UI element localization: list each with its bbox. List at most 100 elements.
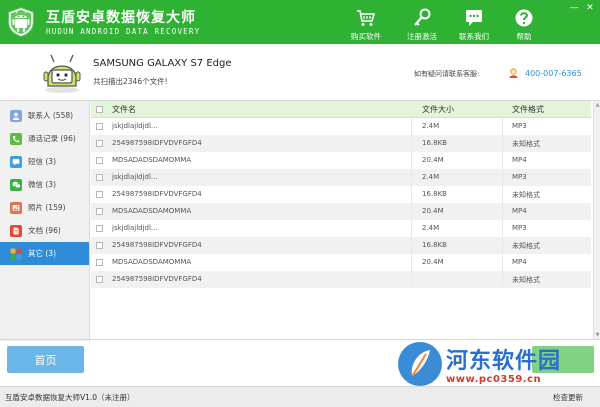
buy-software-label: 购买软件 xyxy=(351,32,381,41)
row-checkbox[interactable] xyxy=(96,123,103,130)
file-size: 16.8KB xyxy=(422,139,447,147)
file-name: 254987598IDFVDVFGFD4 xyxy=(112,139,202,147)
file-name: 254987598IDFVDVFGFD4 xyxy=(112,190,202,198)
android-shield-logo-icon xyxy=(8,7,34,37)
sidebar-item-call-log[interactable]: 通话记录 (96) xyxy=(0,127,89,150)
file-name: 254987598IDFVDVFGFD4 xyxy=(112,241,202,249)
document-icon xyxy=(10,224,22,237)
sidebar-item-other[interactable]: 其它 (3) xyxy=(0,242,89,265)
register-activate-label: 注册激活 xyxy=(407,32,437,41)
file-size: 2.4M xyxy=(422,122,440,130)
support-phone[interactable]: 400-007-6365 xyxy=(525,69,582,78)
buy-software-button[interactable]: 购买软件 xyxy=(344,8,388,42)
version-text: 互盾安卓数据恢复大师V1.0（未注册） xyxy=(5,393,135,402)
table-scrollbar[interactable]: ▲ ▼ xyxy=(593,101,600,339)
file-format: MP4 xyxy=(512,207,527,215)
support-label: 如有疑问请联系客服: xyxy=(414,70,480,78)
key-icon xyxy=(414,8,431,26)
customer-service-icon[interactable] xyxy=(508,67,519,78)
table-row[interactable]: 254987598IDFVDVFGFD4 16.8KB 未知格式 xyxy=(91,237,591,254)
table-row[interactable]: 254987598IDFVDVFGFD4 16.8KB 未知格式 xyxy=(91,186,591,203)
table-row[interactable]: 254987598IDFVDVFGFD4 未知格式 xyxy=(91,271,591,288)
file-size: 16.8KB xyxy=(422,190,447,198)
sidebar-item-sms[interactable]: 短信 (3) xyxy=(0,150,89,173)
column-header-name[interactable]: 文件名 xyxy=(112,104,136,115)
sidebar-item-label: 短信 (3) xyxy=(28,157,57,166)
contact-us-button[interactable]: 联系我们 xyxy=(452,8,496,42)
file-format: 未知格式 xyxy=(512,242,540,250)
file-size: 20.4M xyxy=(422,156,444,164)
row-checkbox[interactable] xyxy=(96,242,103,249)
app-title: 互盾安卓数据恢复大师 xyxy=(46,10,196,26)
photo-icon xyxy=(10,201,22,214)
file-size: 20.4M xyxy=(422,258,444,266)
device-name: SAMSUNG GALAXY S7 Edge xyxy=(93,58,232,69)
table-row[interactable]: jskjdlajldjdl... 2.4M MP3 xyxy=(91,169,591,186)
table-header: 文件名 文件大小 文件格式 xyxy=(91,101,591,118)
title-bar: 互盾安卓数据恢复大师 HUDUN ANDROID DATA RECOVERY —… xyxy=(0,0,600,44)
row-checkbox[interactable] xyxy=(96,140,103,147)
file-format: MP4 xyxy=(512,156,527,164)
close-button[interactable]: ✕ xyxy=(584,3,596,13)
sidebar-item-label: 微信 (3) xyxy=(28,180,57,189)
file-name: MDSADADSDAMOMMA xyxy=(112,207,192,215)
select-all-checkbox[interactable] xyxy=(96,106,103,113)
sidebar-item-label: 其它 (3) xyxy=(28,249,57,258)
table-row[interactable]: MDSADADSDAMOMMA 20.4M MP4 xyxy=(91,254,591,271)
sms-icon xyxy=(10,155,22,168)
scroll-down-arrow-icon[interactable]: ▼ xyxy=(594,331,600,339)
watermark-title: 河东软件园 xyxy=(446,348,562,374)
file-format: MP4 xyxy=(512,258,527,266)
scan-result-text: 共扫描出2346个文件! xyxy=(93,77,168,86)
table-row[interactable]: jskjdlajldjdl... 2.4M MP3 xyxy=(91,220,591,237)
row-checkbox[interactable] xyxy=(96,208,103,215)
sidebar-item-label: 通话记录 (96) xyxy=(28,134,76,143)
watermark: 河东软件园 www.pc0359.cn xyxy=(398,340,598,388)
column-header-format[interactable]: 文件格式 xyxy=(512,104,544,115)
phone-icon xyxy=(10,132,22,145)
help-button[interactable]: 帮助 xyxy=(502,8,546,42)
column-header-size[interactable]: 文件大小 xyxy=(422,104,454,115)
row-checkbox[interactable] xyxy=(96,276,103,283)
contact-us-label: 联系我们 xyxy=(459,32,489,41)
table-row[interactable]: 254987598IDFVDVFGFD4 16.8KB 未知格式 xyxy=(91,135,591,152)
column-divider xyxy=(502,118,503,286)
row-checkbox[interactable] xyxy=(96,174,103,181)
row-checkbox[interactable] xyxy=(96,191,103,198)
minimize-button[interactable]: — xyxy=(568,3,580,13)
file-format: 未知格式 xyxy=(512,191,540,199)
file-size: 2.4M xyxy=(422,224,440,232)
file-size: 16.8KB xyxy=(422,241,447,249)
table-row[interactable]: MDSADADSDAMOMMA 20.4M MP4 xyxy=(91,203,591,220)
question-icon xyxy=(515,9,533,27)
sidebar-item-documents[interactable]: 文档 (96) xyxy=(0,219,89,242)
row-checkbox[interactable] xyxy=(96,225,103,232)
file-name: jskjdlajldjdl... xyxy=(112,122,158,130)
check-update-link[interactable]: 检查更新 xyxy=(553,392,583,403)
file-name: 254987598IDFVDVFGFD4 xyxy=(112,275,202,283)
register-activate-button[interactable]: 注册激活 xyxy=(400,8,444,42)
file-size: 20.4M xyxy=(422,207,444,215)
row-checkbox[interactable] xyxy=(96,259,103,266)
sidebar-item-wechat[interactable]: 微信 (3) xyxy=(0,173,89,196)
chat-icon xyxy=(466,10,482,26)
watermark-url: www.pc0359.cn xyxy=(446,374,542,385)
file-format: MP3 xyxy=(512,122,527,130)
sidebar-item-contacts[interactable]: 联系人 (558) xyxy=(0,104,89,127)
home-button[interactable]: 首页 xyxy=(7,346,84,373)
column-divider xyxy=(411,118,412,286)
file-format: MP3 xyxy=(512,173,527,181)
row-checkbox[interactable] xyxy=(96,157,103,164)
other-icon xyxy=(10,248,22,260)
wechat-icon xyxy=(10,178,22,191)
scroll-up-arrow-icon[interactable]: ▲ xyxy=(594,101,600,109)
file-size: 2.4M xyxy=(422,173,440,181)
sidebar-item-label: 文档 (96) xyxy=(28,226,61,235)
table-row[interactable]: jskjdlajldjdl... 2.4M MP3 xyxy=(91,118,591,135)
status-bar: 互盾安卓数据恢复大师V1.0（未注册） 检查更新 xyxy=(0,386,600,407)
file-format: 未知格式 xyxy=(512,140,540,148)
category-sidebar: 联系人 (558) 通话记录 (96) 短信 (3) 微信 (3) 照片 (15… xyxy=(0,101,90,341)
sidebar-item-photos[interactable]: 照片 (159) xyxy=(0,196,89,219)
table-row[interactable]: MDSADADSDAMOMMA 20.4M MP4 xyxy=(91,152,591,169)
shopping-cart-icon xyxy=(357,10,376,26)
